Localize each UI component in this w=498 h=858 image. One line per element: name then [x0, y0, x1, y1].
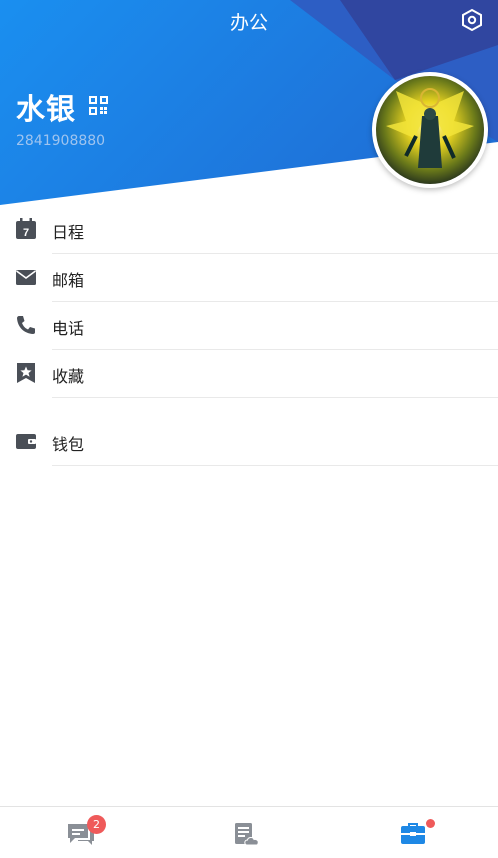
calendar-icon: 7 — [16, 218, 36, 239]
user-id: 2841908880 — [16, 133, 106, 149]
divider — [52, 397, 498, 398]
menu-item-label: 日程 — [52, 223, 85, 242]
avatar[interactable] — [372, 72, 488, 188]
divider — [52, 465, 498, 466]
notification-dot — [426, 819, 435, 828]
qr-code-icon — [89, 96, 108, 115]
briefcase-icon — [401, 823, 425, 844]
page-title: 办公 — [229, 12, 268, 34]
menu-item-label: 收藏 — [52, 367, 85, 386]
menu-item-favorites[interactable]: 收藏 — [0, 350, 498, 398]
menu-item-schedule[interactable]: 7 日程 — [0, 206, 498, 254]
menu-item-phone[interactable]: 电话 — [0, 302, 498, 350]
calendar-day: 7 — [23, 227, 29, 239]
unread-badge: 2 — [87, 815, 106, 834]
settings-hexagon-icon — [462, 8, 482, 32]
tab-documents[interactable] — [166, 807, 332, 858]
menu-item-wallet[interactable]: 钱包 — [0, 418, 498, 466]
cloud-doc-icon — [235, 823, 259, 846]
menu-item-label: 钱包 — [52, 435, 85, 454]
mail-icon — [16, 270, 36, 285]
wallet-icon — [16, 434, 36, 449]
menu-item-label: 邮箱 — [52, 271, 85, 290]
qr-code-button[interactable] — [89, 96, 108, 115]
avatar-image — [376, 76, 484, 184]
bookmark-star-icon — [17, 363, 35, 383]
settings-button[interactable] — [460, 8, 484, 32]
menu-list: 7 日程 邮箱 电话 收藏 钱包 — [0, 206, 498, 466]
tab-office[interactable] — [332, 807, 498, 858]
menu-gap — [0, 398, 498, 418]
phone-icon — [17, 316, 35, 334]
bottom-tab-bar: 2 — [0, 806, 498, 858]
user-name: 水银 — [16, 92, 77, 126]
menu-item-mailbox[interactable]: 邮箱 — [0, 254, 498, 302]
menu-item-label: 电话 — [52, 319, 85, 338]
tab-messages[interactable]: 2 — [0, 807, 166, 858]
